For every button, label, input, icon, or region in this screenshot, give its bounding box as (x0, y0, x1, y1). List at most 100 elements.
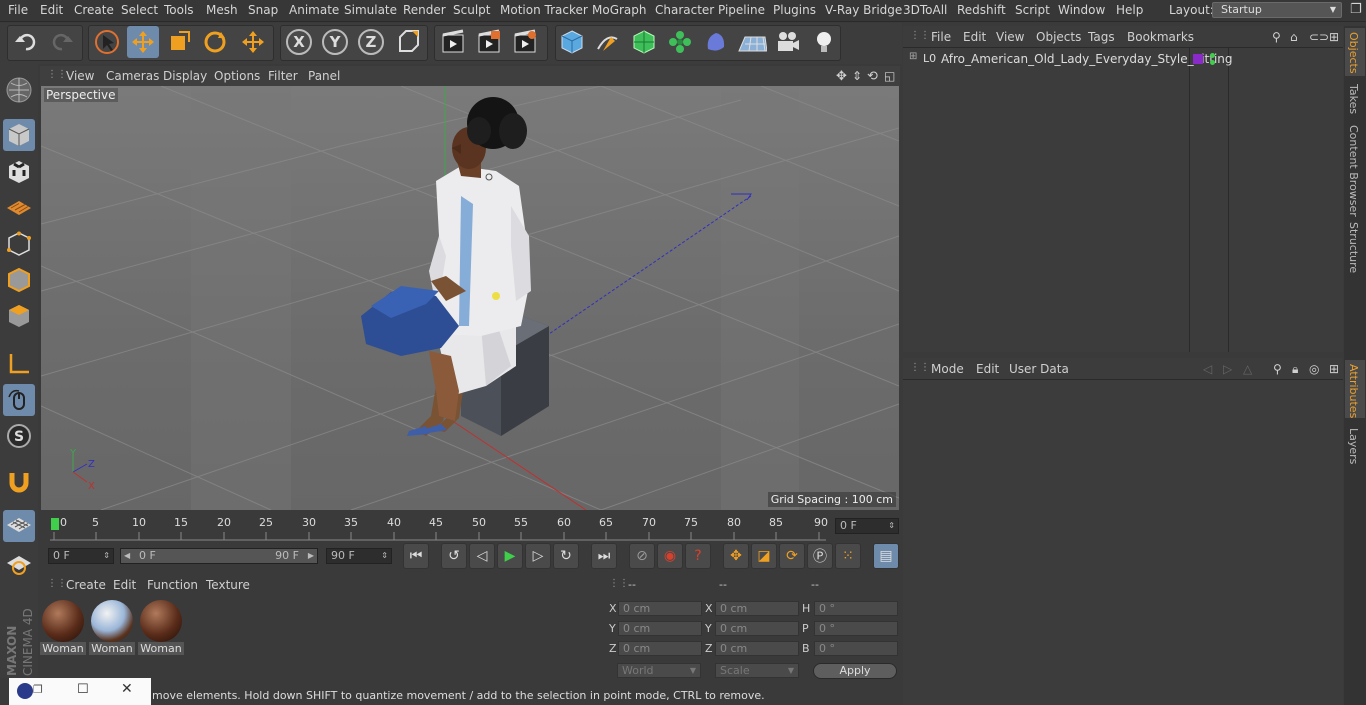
switch-view-icon[interactable]: ◱ (884, 69, 895, 83)
pos-x-field[interactable]: 0 cm (618, 601, 702, 616)
menu-vray-bridge[interactable]: V-Ray Bridge (825, 3, 902, 17)
back-icon[interactable]: ◁ (1203, 362, 1212, 376)
autokey-icon[interactable]: ◉ (657, 543, 683, 569)
undo-icon[interactable] (10, 26, 42, 58)
menu-3dtoall[interactable]: 3DToAll (903, 3, 947, 17)
object-menu-tags[interactable]: Tags (1088, 30, 1115, 44)
up-icon[interactable]: △ (1243, 362, 1252, 376)
render-visibility-icon[interactable] (1210, 60, 1215, 65)
workplane-mode-icon[interactable] (3, 548, 35, 580)
transform-tool-icon[interactable] (237, 26, 269, 58)
axis-y-lock[interactable]: Y (319, 26, 351, 58)
previous-key-icon[interactable]: ↺ (441, 543, 467, 569)
edges-mode-icon[interactable] (3, 264, 35, 296)
menu-file[interactable]: File (8, 3, 28, 17)
record-keys-icon[interactable]: ⊘ (629, 543, 655, 569)
close-icon[interactable]: ✕ (121, 681, 133, 697)
tab-attributes[interactable]: Attributes (1347, 364, 1360, 418)
workplane-icon[interactable] (3, 192, 35, 224)
points-mode-icon[interactable] (3, 228, 35, 260)
menu-simulate[interactable]: Simulate (344, 3, 397, 17)
menu-window[interactable]: Window (1058, 3, 1105, 17)
home-icon[interactable]: ⌂ (1290, 30, 1298, 44)
key-point-level-icon[interactable]: ⁙ (835, 543, 861, 569)
material-swatch[interactable]: Woman (40, 598, 86, 656)
tab-structure[interactable]: Structure (1347, 222, 1360, 273)
layer-color-icon[interactable] (1193, 54, 1203, 64)
forward-icon[interactable]: ▷ (1223, 362, 1232, 376)
end-frame-field[interactable]: 90 F ⇕ (326, 548, 392, 564)
object-menu-view[interactable]: View (996, 30, 1024, 44)
object-menu-objects[interactable]: Objects (1036, 30, 1081, 44)
light-icon[interactable] (808, 26, 840, 58)
deformer-icon[interactable] (700, 26, 732, 58)
go-to-end-icon[interactable]: ⏭ (591, 543, 617, 569)
subdivision-icon[interactable] (628, 26, 660, 58)
key-parameter-icon[interactable]: Ⓟ (807, 543, 833, 569)
coordinate-mode-select[interactable]: World ▼ (617, 663, 701, 678)
current-frame-field[interactable]: 0 F ⇕ (835, 518, 899, 534)
next-key-icon[interactable]: ↻ (553, 543, 579, 569)
link-icon[interactable]: ⊂⊃ (1309, 30, 1329, 44)
menu-help[interactable]: Help (1116, 3, 1143, 17)
search-icon[interactable]: ⚲ (1273, 362, 1282, 376)
pos-z-field[interactable]: 0 cm (618, 641, 702, 656)
menu-mograph[interactable]: MoGraph (592, 3, 647, 17)
size-z-field[interactable]: 0 cm (715, 641, 799, 656)
menu-motion-tracker[interactable]: Motion Tracker (500, 3, 588, 17)
menu-render[interactable]: Render (403, 3, 446, 17)
size-mode-select[interactable]: Scale ▼ (715, 663, 799, 678)
rotate-tool-icon[interactable] (199, 26, 231, 58)
tab-takes[interactable]: Takes (1347, 84, 1360, 114)
go-to-start-icon[interactable]: ⏮ (403, 543, 429, 569)
rot-h-field[interactable]: 0 ° (814, 601, 898, 616)
menu-animate[interactable]: Animate (289, 3, 339, 17)
menu-plugins[interactable]: Plugins (773, 3, 816, 17)
axis-z-lock[interactable]: Z (355, 26, 387, 58)
rot-p-field[interactable]: 0 ° (814, 621, 898, 636)
axis-x-lock[interactable]: X (283, 26, 315, 58)
menu-tools[interactable]: Tools (164, 3, 194, 17)
layout-select[interactable]: Startup ▼ (1212, 2, 1342, 18)
rot-b-field[interactable]: 0 ° (814, 641, 898, 656)
material-swatch[interactable]: Woman (138, 598, 184, 656)
move-tool-icon[interactable] (127, 26, 159, 58)
new-window-icon[interactable]: ⊞ (1329, 30, 1339, 44)
key-rotation-icon[interactable]: ⟳ (779, 543, 805, 569)
object-row[interactable]: ⊞ L0 Afro_American_Old_Lady_Everyday_Sty… (903, 50, 1343, 68)
cinema4d-app-icon[interactable] (17, 683, 33, 699)
tab-layers[interactable]: Layers (1347, 428, 1360, 464)
menu-script[interactable]: Script (1015, 3, 1050, 17)
timeline-ruler[interactable]: 0 5 10 15 20 25 30 35 40 45 50 55 60 65 … (40, 512, 902, 542)
menu-create[interactable]: Create (74, 3, 114, 17)
snap-icon[interactable]: S (3, 420, 35, 452)
axis-mode-icon[interactable] (3, 348, 35, 380)
restore-icon[interactable]: ❐ (33, 683, 43, 696)
rotate-view-icon[interactable]: ⟲ (867, 69, 878, 84)
play-icon[interactable]: ▶ (497, 543, 523, 569)
viewport-menu-display[interactable]: Display (163, 69, 207, 83)
editor-visibility-icon[interactable] (1210, 53, 1215, 58)
timeline-window-icon[interactable]: ▤ (873, 543, 899, 569)
coordinate-system-icon[interactable] (393, 26, 425, 58)
attribute-menu-mode[interactable]: Mode (931, 362, 964, 376)
tab-content-browser[interactable]: Content Browser (1347, 125, 1360, 217)
target-icon[interactable]: ◎ (1309, 362, 1319, 376)
new-window-icon[interactable]: ⊞ (1329, 362, 1339, 376)
texture-mode-icon[interactable] (3, 156, 35, 188)
object-name[interactable]: Afro_American_Old_Lady_Everyday_Style_Si… (941, 52, 1233, 66)
next-frame-icon[interactable]: ▷ (525, 543, 551, 569)
tweak-mode-icon[interactable] (3, 384, 35, 416)
menu-edit[interactable]: Edit (40, 3, 63, 17)
pos-y-field[interactable]: 0 cm (618, 621, 702, 636)
material-menu-create[interactable]: Create (66, 578, 106, 592)
redo-icon[interactable] (46, 26, 78, 58)
camera-icon[interactable] (772, 26, 804, 58)
object-menu-edit[interactable]: Edit (963, 30, 986, 44)
viewport-3d[interactable]: Y Z X Perspective Grid Spacing : 100 cm (41, 86, 899, 510)
object-menu-file[interactable]: File (931, 30, 951, 44)
live-selection-icon[interactable] (91, 26, 123, 58)
minimize-icon[interactable]: ☐ (77, 682, 89, 697)
viewport-menu-filter[interactable]: Filter (268, 69, 298, 83)
viewport-menu-options[interactable]: Options (214, 69, 260, 83)
